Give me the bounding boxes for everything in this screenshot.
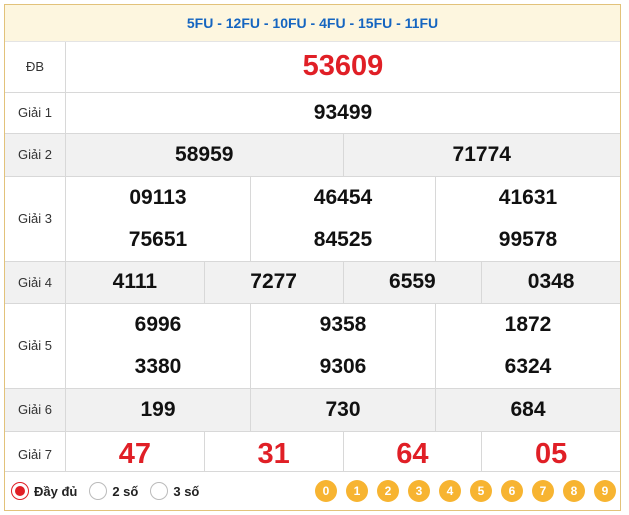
prize-g3-number: 09113 (129, 185, 187, 209)
digit-button-8[interactable]: 8 (563, 480, 585, 502)
radio-full[interactable] (11, 482, 29, 500)
digit-button-0[interactable]: 0 (315, 480, 337, 502)
option-full[interactable]: Đầy đủ (11, 482, 77, 500)
prize-g2-number: 71774 (452, 142, 511, 166)
prize-g4-number: 7277 (250, 270, 297, 293)
prize-g6-number: 684 (510, 397, 546, 421)
prize-label-g3: Giải 3 (5, 175, 66, 262)
digit-filter: 0 1 2 3 4 5 6 7 8 9 (306, 480, 616, 502)
digit-button-7[interactable]: 7 (532, 480, 554, 502)
digit-button-6[interactable]: 6 (501, 480, 523, 502)
prize-label-g1: Giải 1 (5, 91, 66, 134)
prize-g6-number: 199 (140, 397, 176, 421)
prize-g7-number: 31 (257, 438, 290, 470)
display-options-bar: Đầy đủ 2 số 3 số 0 1 2 3 4 5 6 7 8 9 (5, 471, 620, 510)
prize-g5-number: 6996 (134, 312, 182, 336)
digit-button-9[interactable]: 9 (594, 480, 616, 502)
digit-button-5[interactable]: 5 (470, 480, 492, 502)
option-full-label: Đầy đủ (34, 483, 78, 499)
prize-g5-number: 9306 (319, 354, 367, 378)
prize-g3-number: 99578 (498, 227, 558, 251)
prize-g5-number: 6324 (504, 354, 552, 378)
prize-g1-number: 93499 (313, 100, 373, 124)
option-2-digits[interactable]: 2 số (89, 482, 138, 500)
prize-label-db: ĐB (5, 42, 66, 93)
results-table: ĐB 53609 Giải 1 93499 Giải 2 58959 71774… (5, 42, 620, 479)
digit-button-4[interactable]: 4 (439, 480, 461, 502)
digit-button-1[interactable]: 1 (346, 480, 368, 502)
prize-g3-number: 46454 (313, 185, 373, 209)
radio-2-digits[interactable] (89, 482, 108, 500)
prize-g6-number: 730 (325, 397, 361, 421)
prize-g5-number: 1872 (504, 312, 552, 336)
prize-label-g6: Giải 6 (5, 387, 66, 432)
prize-g4-number: 6559 (389, 270, 436, 293)
prize-g7-number: 64 (396, 438, 429, 470)
prize-label-g5: Giải 5 (5, 302, 66, 389)
prize-label-g4: Giải 4 (5, 260, 66, 304)
prize-g3-number: 41631 (498, 185, 558, 209)
prize-g7-number: 05 (534, 438, 568, 470)
digit-button-2[interactable]: 2 (377, 480, 399, 502)
option-3-digits[interactable]: 3 số (150, 482, 199, 500)
prize-g7-number: 47 (118, 438, 151, 470)
special-prize-number: 53609 (302, 50, 384, 83)
digit-button-3[interactable]: 3 (408, 480, 430, 502)
prize-g5-number: 3380 (134, 354, 182, 378)
prize-g4-number: 0348 (527, 270, 575, 293)
option-3-digits-label: 3 số (173, 483, 200, 499)
prize-label-g2: Giải 2 (5, 132, 66, 177)
prize-g3-number: 75651 (128, 227, 188, 251)
lottery-result-panel: 5FU - 12FU - 10FU - 4FU - 15FU - 11FU ĐB… (4, 4, 621, 511)
prize-g4-number: 4111 (112, 270, 158, 293)
draw-codes: 5FU - 12FU - 10FU - 4FU - 15FU - 11FU (5, 5, 620, 42)
prize-g3-number: 84525 (313, 227, 373, 251)
prize-g2-number: 58959 (175, 142, 234, 166)
option-2-digits-label: 2 số (112, 483, 139, 499)
prize-g5-number: 9358 (319, 312, 367, 336)
radio-3-digits[interactable] (150, 482, 169, 500)
